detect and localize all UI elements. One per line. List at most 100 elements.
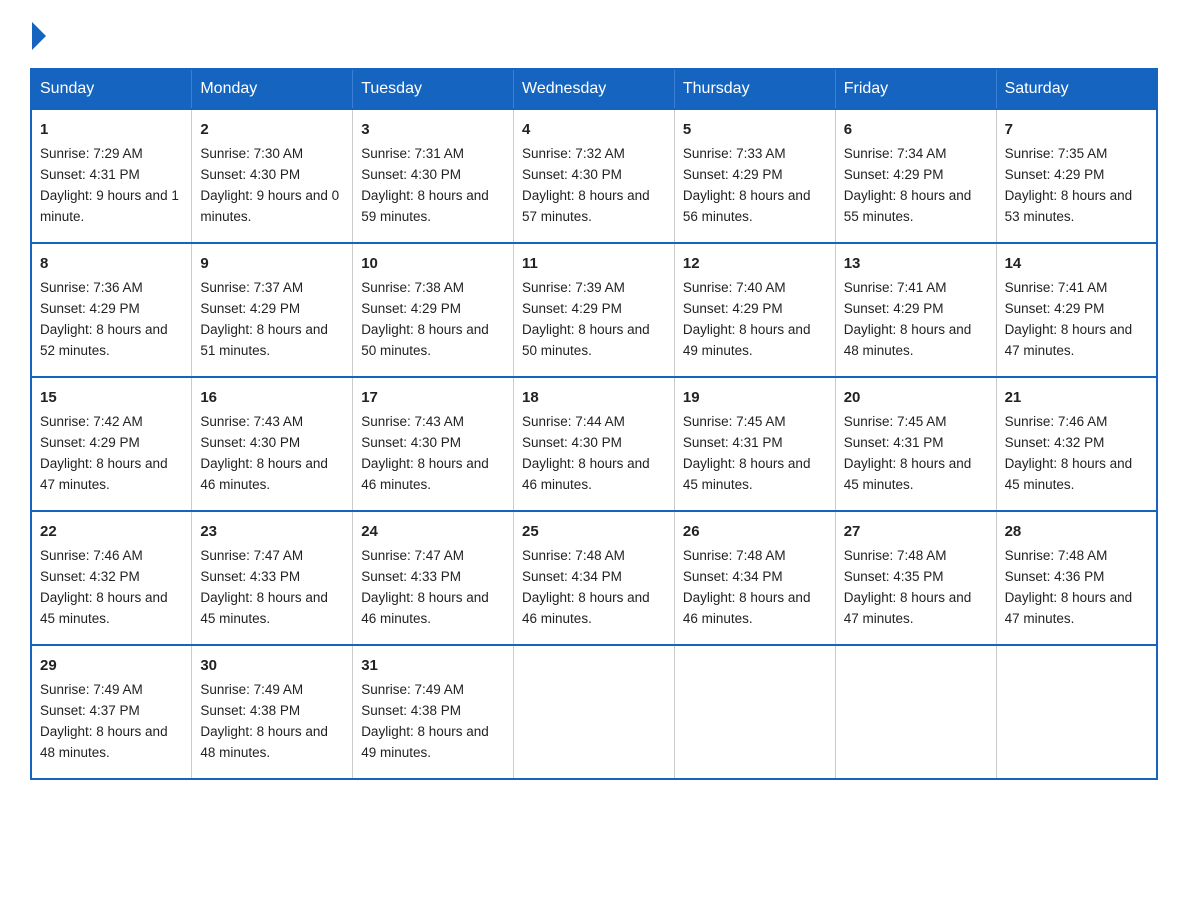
calendar-cell: 24Sunrise: 7:47 AMSunset: 4:33 PMDayligh… [353,511,514,645]
daylight-text: Daylight: 8 hours and 46 minutes. [361,454,505,496]
calendar-cell: 2 Sunrise: 7:30 AMSunset: 4:30 PMDaylight… [192,109,353,243]
daylight-text: Daylight: 8 hours and 45 minutes. [200,588,344,630]
day-number: 19 [683,386,827,409]
calendar-cell: 31Sunrise: 7:49 AMSunset: 4:38 PMDayligh… [353,645,514,779]
calendar-cell: 9Sunrise: 7:37 AMSunset: 4:29 PMDaylight… [192,243,353,377]
daylight-text: Daylight: 8 hours and 47 minutes. [40,454,183,496]
day-number: 17 [361,386,505,409]
day-number: 13 [844,252,988,275]
day-number: 11 [522,252,666,275]
sunset-text: Sunset: 4:29 PM [844,165,988,186]
day-number: 25 [522,520,666,543]
sunset-text: Sunset: 4:29 PM [1005,165,1148,186]
day-number: 31 [361,654,505,677]
sunrise-text: Sunrise: 7:34 AM [844,144,988,165]
calendar-cell: 7Sunrise: 7:35 AMSunset: 4:29 PMDaylight… [996,109,1157,243]
logo [30,20,46,50]
sunrise-text: Sunrise: 7:47 AM [200,546,344,567]
sunset-text: Sunset: 4:33 PM [361,567,505,588]
sunrise-text: Sunrise: 7:47 AM [361,546,505,567]
day-number: 27 [844,520,988,543]
sunset-text: Sunset: 4:38 PM [200,701,344,722]
sunrise-text: Sunrise: 7:44 AM [522,412,666,433]
calendar-cell: 16 Sunrise: 7:43 AMSunset: 4:30 PMDayligh… [192,377,353,511]
calendar-cell: 19Sunrise: 7:45 AMSunset: 4:31 PMDayligh… [674,377,835,511]
daylight-text: Daylight: 8 hours and 57 minutes. [522,186,666,228]
day-header-wednesday: Wednesday [514,69,675,109]
calendar-header-row: SundayMondayTuesdayWednesdayThursdayFrid… [31,69,1157,109]
sunset-text: Sunset: 4:30 PM [200,433,344,454]
day-number: 6 [844,118,988,141]
calendar-cell: 10Sunrise: 7:38 AMSunset: 4:29 PMDayligh… [353,243,514,377]
sunset-text: Sunset: 4:29 PM [844,299,988,320]
daylight-text: Daylight: 8 hours and 49 minutes. [683,320,827,362]
calendar-cell: 26Sunrise: 7:48 AMSunset: 4:34 PMDayligh… [674,511,835,645]
sunrise-text: Sunrise: 7:43 AM [200,412,344,433]
sunset-text: Sunset: 4:38 PM [361,701,505,722]
day-number: 30 [200,654,344,677]
calendar-cell: 13Sunrise: 7:41 AMSunset: 4:29 PMDayligh… [835,243,996,377]
calendar-cell: 1Sunrise: 7:29 AMSunset: 4:31 PMDaylight… [31,109,192,243]
daylight-text: Daylight: 8 hours and 46 minutes. [683,588,827,630]
daylight-text: Daylight: 8 hours and 46 minutes. [200,454,344,496]
sunset-text: Sunset: 4:35 PM [844,567,988,588]
calendar-cell: 3Sunrise: 7:31 AMSunset: 4:30 PMDaylight… [353,109,514,243]
day-header-monday: Monday [192,69,353,109]
page-header [30,20,1158,50]
daylight-text: Daylight: 9 hours and 0 minutes. [200,186,344,228]
day-number: 24 [361,520,505,543]
calendar-cell: 8Sunrise: 7:36 AMSunset: 4:29 PMDaylight… [31,243,192,377]
day-number: 16 [200,386,344,409]
sunset-text: Sunset: 4:30 PM [200,165,344,186]
day-number: 22 [40,520,183,543]
sunset-text: Sunset: 4:33 PM [200,567,344,588]
calendar-cell: 28Sunrise: 7:48 AMSunset: 4:36 PMDayligh… [996,511,1157,645]
day-number: 2 [200,118,344,141]
sunset-text: Sunset: 4:31 PM [683,433,827,454]
sunrise-text: Sunrise: 7:40 AM [683,278,827,299]
daylight-text: Daylight: 8 hours and 50 minutes. [361,320,505,362]
calendar-cell: 5Sunrise: 7:33 AMSunset: 4:29 PMDaylight… [674,109,835,243]
calendar-week-row: 1Sunrise: 7:29 AMSunset: 4:31 PMDaylight… [31,109,1157,243]
calendar-cell: 12Sunrise: 7:40 AMSunset: 4:29 PMDayligh… [674,243,835,377]
daylight-text: Daylight: 8 hours and 56 minutes. [683,186,827,228]
calendar-week-row: 29Sunrise: 7:49 AMSunset: 4:37 PMDayligh… [31,645,1157,779]
day-number: 18 [522,386,666,409]
daylight-text: Daylight: 8 hours and 59 minutes. [361,186,505,228]
sunset-text: Sunset: 4:29 PM [522,299,666,320]
sunrise-text: Sunrise: 7:39 AM [522,278,666,299]
day-number: 21 [1005,386,1148,409]
calendar-cell: 15Sunrise: 7:42 AMSunset: 4:29 PMDayligh… [31,377,192,511]
sunset-text: Sunset: 4:29 PM [40,299,183,320]
sunset-text: Sunset: 4:34 PM [522,567,666,588]
sunrise-text: Sunrise: 7:35 AM [1005,144,1148,165]
sunrise-text: Sunrise: 7:48 AM [522,546,666,567]
sunset-text: Sunset: 4:29 PM [200,299,344,320]
daylight-text: Daylight: 8 hours and 48 minutes. [40,722,183,764]
sunrise-text: Sunrise: 7:45 AM [844,412,988,433]
daylight-text: Daylight: 9 hours and 1 minute. [40,186,183,228]
sunset-text: Sunset: 4:30 PM [361,165,505,186]
calendar-cell: 20Sunrise: 7:45 AMSunset: 4:31 PMDayligh… [835,377,996,511]
calendar-cell [514,645,675,779]
sunset-text: Sunset: 4:34 PM [683,567,827,588]
sunrise-text: Sunrise: 7:42 AM [40,412,183,433]
calendar-cell: 6Sunrise: 7:34 AMSunset: 4:29 PMDaylight… [835,109,996,243]
daylight-text: Daylight: 8 hours and 45 minutes. [1005,454,1148,496]
sunset-text: Sunset: 4:30 PM [361,433,505,454]
day-number: 1 [40,118,183,141]
daylight-text: Daylight: 8 hours and 46 minutes. [522,454,666,496]
sunrise-text: Sunrise: 7:29 AM [40,144,183,165]
day-header-friday: Friday [835,69,996,109]
sunrise-text: Sunrise: 7:41 AM [844,278,988,299]
day-header-tuesday: Tuesday [353,69,514,109]
daylight-text: Daylight: 8 hours and 45 minutes. [40,588,183,630]
calendar-cell: 29Sunrise: 7:49 AMSunset: 4:37 PMDayligh… [31,645,192,779]
sunset-text: Sunset: 4:30 PM [522,433,666,454]
day-number: 14 [1005,252,1148,275]
sunrise-text: Sunrise: 7:30 AM [200,144,344,165]
sunrise-text: Sunrise: 7:49 AM [361,680,505,701]
sunrise-text: Sunrise: 7:49 AM [200,680,344,701]
day-number: 29 [40,654,183,677]
sunset-text: Sunset: 4:32 PM [1005,433,1148,454]
